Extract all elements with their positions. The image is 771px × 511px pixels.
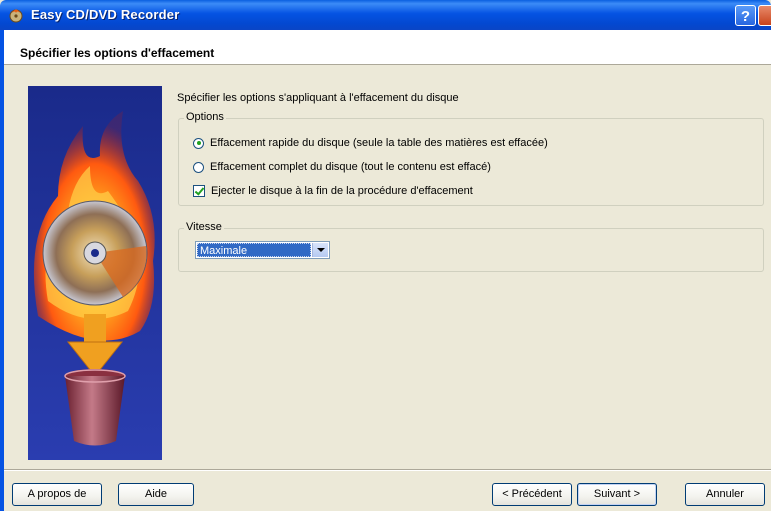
next-button[interactable]: Suivant > xyxy=(577,483,657,506)
full-erase-label: Effacement complet du disque (tout le co… xyxy=(210,161,491,173)
checkbox-checked[interactable] xyxy=(193,185,205,197)
radio-unselected[interactable] xyxy=(193,161,204,173)
cancel-button[interactable]: Annuler xyxy=(685,483,765,506)
quick-erase-radio[interactable]: Effacement rapide du disque (seule la ta… xyxy=(193,137,548,149)
window-frame xyxy=(0,30,4,511)
speed-legend: Vitesse xyxy=(184,221,224,233)
help-button[interactable]: Aide xyxy=(118,483,194,506)
about-button[interactable]: A propos de xyxy=(12,483,102,506)
radio-selected[interactable] xyxy=(193,137,204,149)
app-icon xyxy=(9,9,23,23)
eject-checkbox[interactable]: Ejecter le disque à la fin de la procédu… xyxy=(193,185,473,197)
quick-erase-label: Effacement rapide du disque (seule la ta… xyxy=(210,137,548,149)
eject-label: Ejecter le disque à la fin de la procédu… xyxy=(211,185,473,197)
speed-value: Maximale xyxy=(197,243,311,257)
chevron-down-icon[interactable] xyxy=(312,243,328,257)
wizard-header: Spécifier les options d'effacement xyxy=(4,30,771,65)
title-bar: Easy CD/DVD Recorder ? xyxy=(0,0,771,30)
help-title-button[interactable]: ? xyxy=(735,5,756,26)
close-button[interactable] xyxy=(758,5,771,26)
full-erase-radio[interactable]: Effacement complet du disque (tout le co… xyxy=(193,161,491,173)
button-separator xyxy=(4,469,771,471)
options-legend: Options xyxy=(184,111,226,123)
burn-erase-illustration xyxy=(28,86,162,460)
window-title: Easy CD/DVD Recorder xyxy=(31,7,180,22)
speed-select[interactable]: Maximale xyxy=(195,241,330,259)
page-title: Spécifier les options d'effacement xyxy=(20,46,215,60)
previous-button[interactable]: < Précédent xyxy=(492,483,572,506)
intro-text: Spécifier les options s'appliquant à l'e… xyxy=(177,92,459,104)
